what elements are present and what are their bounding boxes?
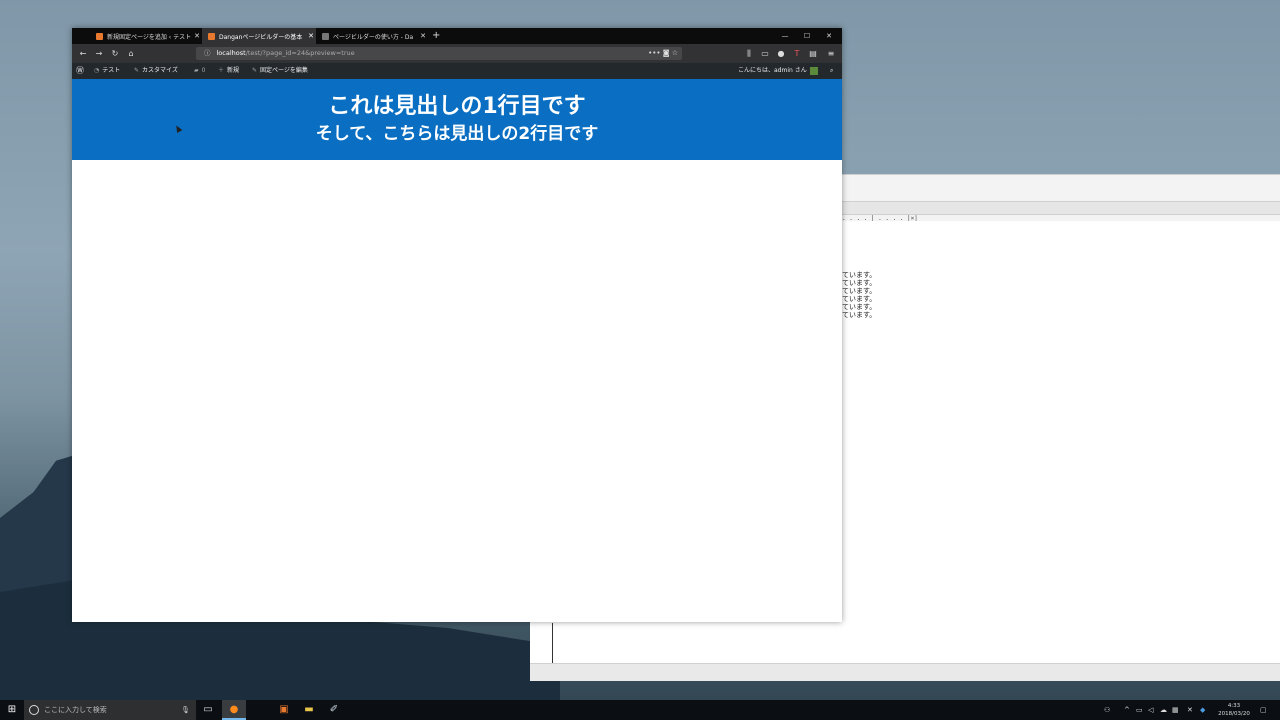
- tab-dangan-basics[interactable]: Danganページビルダーの基本 ✕: [202, 28, 316, 44]
- editor-horizontal-scrollbar[interactable]: [530, 663, 1280, 681]
- dashboard-icon: ◔: [94, 67, 100, 74]
- page-actions-icon[interactable]: •••: [648, 49, 660, 57]
- xampp-taskbar-icon[interactable]: ▣: [272, 700, 296, 720]
- greeting-label: こんにちは、admin さん: [738, 67, 807, 74]
- url-host: localhost: [216, 49, 246, 57]
- tray-onedrive-icon[interactable]: ☁: [1160, 700, 1167, 720]
- file-explorer-icon[interactable]: ▬: [297, 700, 321, 720]
- avatar: [809, 66, 818, 75]
- tray-app-icon[interactable]: ◆: [1200, 700, 1205, 720]
- windows-taskbar: ⊞ ここに入力して検索 🎙 ▭ ● ▣ ▬ ✐ ⚇ ^ ▭ ◁ ☁ ▦ ✕ ◆ …: [0, 700, 1280, 720]
- tab-page-builder-usage[interactable]: ページビルダーの使い方 - Da ✕: [316, 28, 428, 44]
- microphone-icon[interactable]: 🎙: [181, 700, 190, 720]
- home-button[interactable]: ⌂: [124, 44, 138, 63]
- admin-account-link[interactable]: こんにちは、admin さん: [738, 63, 818, 79]
- cortana-icon: [29, 705, 39, 715]
- action-center-icon[interactable]: ▢: [1260, 700, 1267, 720]
- dangan-favicon-icon: [208, 32, 215, 40]
- taskbar-clock[interactable]: 4:33 2018/03/20: [1214, 702, 1254, 718]
- pocket-icon[interactable]: ◙: [663, 49, 670, 57]
- tray-overflow-icon[interactable]: ^: [1124, 700, 1130, 720]
- comments-count: 0: [201, 67, 206, 74]
- tray-network-icon[interactable]: ▭: [1136, 700, 1143, 720]
- extension-icon[interactable]: ●: [774, 44, 788, 63]
- windows-start-icon[interactable]: ⊞: [6, 704, 18, 716]
- hamburger-menu-icon[interactable]: ≡: [824, 44, 838, 63]
- info-icon[interactable]: ⓘ: [204, 49, 211, 57]
- page-favicon-icon: [322, 32, 329, 40]
- close-window-button[interactable]: ✕: [818, 28, 840, 44]
- editor-lines: ています。 ています。 ています。 ています。 ています。 ています。: [842, 271, 876, 319]
- plus-icon: ＋: [218, 67, 225, 74]
- tab-label: Danganページビルダーの基本: [219, 33, 303, 41]
- edit-page-label: 固定ページを編集: [260, 67, 308, 74]
- maximize-button[interactable]: ☐: [796, 28, 818, 44]
- site-label: テスト: [102, 67, 121, 74]
- editor-gutter-line: [552, 623, 553, 663]
- bookmark-star-icon[interactable]: ☆: [672, 49, 678, 57]
- admin-edit-page-link[interactable]: ✎ 固定ページを編集: [252, 63, 308, 79]
- tray-volume-icon[interactable]: ◁: [1148, 700, 1153, 720]
- tab-add-page[interactable]: 新規固定ページを追加 ‹ テスト ✕: [90, 28, 202, 44]
- admin-customize-link[interactable]: ✎ カスタマイズ: [134, 63, 178, 79]
- admin-comments-link[interactable]: ▰ 0: [194, 63, 205, 79]
- clock-time: 4:33: [1227, 703, 1241, 709]
- task-view-icon[interactable]: ▭: [196, 700, 220, 720]
- comment-icon: ▰: [194, 67, 199, 74]
- heading-line-2: そして、こちらは見出しの2行目です: [315, 124, 599, 144]
- search-placeholder: ここに入力して検索: [44, 706, 107, 714]
- hero-heading-block: これは見出しの1行目です そして、こちらは見出しの2行目です: [72, 79, 842, 160]
- tray-x-icon[interactable]: ✕: [1187, 700, 1193, 720]
- pencil-icon: ✎: [252, 67, 258, 74]
- tray-keyboard-icon[interactable]: ▦: [1172, 700, 1179, 720]
- new-tab-button[interactable]: +: [432, 28, 440, 44]
- address-bar[interactable]: ⓘ localhost/test/?page_id=24&preview=true…: [196, 47, 682, 60]
- minimize-button[interactable]: —: [774, 28, 796, 44]
- close-tab-icon[interactable]: ✕: [192, 32, 202, 40]
- editor-line: ています。: [842, 271, 877, 279]
- url-actions: ••• ◙ ☆: [648, 47, 678, 60]
- brush-icon: ✎: [134, 67, 140, 74]
- new-label: 新規: [227, 67, 240, 74]
- page-content-area: [72, 160, 842, 622]
- dangan-favicon-icon: [96, 32, 103, 40]
- admin-new-link[interactable]: ＋新規: [218, 63, 239, 79]
- wordpress-logo-icon[interactable]: Ⓦ: [76, 63, 84, 79]
- tab-strip: 新規固定ページを追加 ‹ テスト ✕ Danganページビルダーの基本 ✕ ペー…: [72, 28, 842, 44]
- tab-label: 新規固定ページを追加 ‹ テスト: [107, 33, 192, 41]
- close-tab-icon[interactable]: ✕: [418, 32, 428, 40]
- taskbar-search-box[interactable]: ここに入力して検索 🎙: [24, 700, 196, 720]
- back-button[interactable]: ←: [76, 44, 90, 63]
- close-tab-icon[interactable]: ✕: [306, 32, 316, 40]
- tray-person-icon[interactable]: ⚇: [1104, 700, 1110, 720]
- wp-admin-bar: Ⓦ ◔ テスト ✎ カスタマイズ ▰ 0 ＋新規 ✎ 固定ページを編集 こんにちは、ad…: [72, 63, 842, 79]
- heading-line-1: これは見出しの1行目です: [328, 94, 586, 119]
- firefox-window[interactable]: 新規固定ページを追加 ‹ テスト ✕ Danganページビルダーの基本 ✕ ペー…: [72, 28, 842, 622]
- firefox-taskbar-icon[interactable]: ●: [222, 700, 246, 720]
- tab-label: ページビルダーの使い方 - Da: [333, 33, 414, 41]
- library-icon[interactable]: ⫼: [742, 44, 756, 63]
- reader-icon[interactable]: ▤: [806, 44, 820, 63]
- customize-label: カスタマイズ: [142, 67, 178, 74]
- editor-line: ています。: [842, 311, 877, 319]
- admin-site-link[interactable]: ◔ テスト: [94, 63, 120, 79]
- navigation-toolbar: ← → ↻ ⌂ ⓘ localhost/test/?page_id=24&prev…: [72, 44, 842, 63]
- editor-line: ています。: [842, 295, 877, 303]
- sidebar-icon[interactable]: ▭: [758, 44, 772, 63]
- editor-line: ています。: [842, 279, 877, 287]
- editor-line: ています。: [842, 287, 877, 295]
- admin-search-icon[interactable]: ⌕: [830, 63, 833, 79]
- addon-t-icon[interactable]: T: [790, 44, 804, 63]
- url-path: /test/?page_id=24&preview=true: [245, 49, 355, 57]
- reload-button[interactable]: ↻: [108, 44, 122, 63]
- clock-date: 2018/03/20: [1218, 711, 1250, 717]
- editor-line: ています。: [842, 303, 877, 311]
- forward-button[interactable]: →: [92, 44, 106, 63]
- editor-taskbar-icon[interactable]: ✐: [322, 700, 346, 720]
